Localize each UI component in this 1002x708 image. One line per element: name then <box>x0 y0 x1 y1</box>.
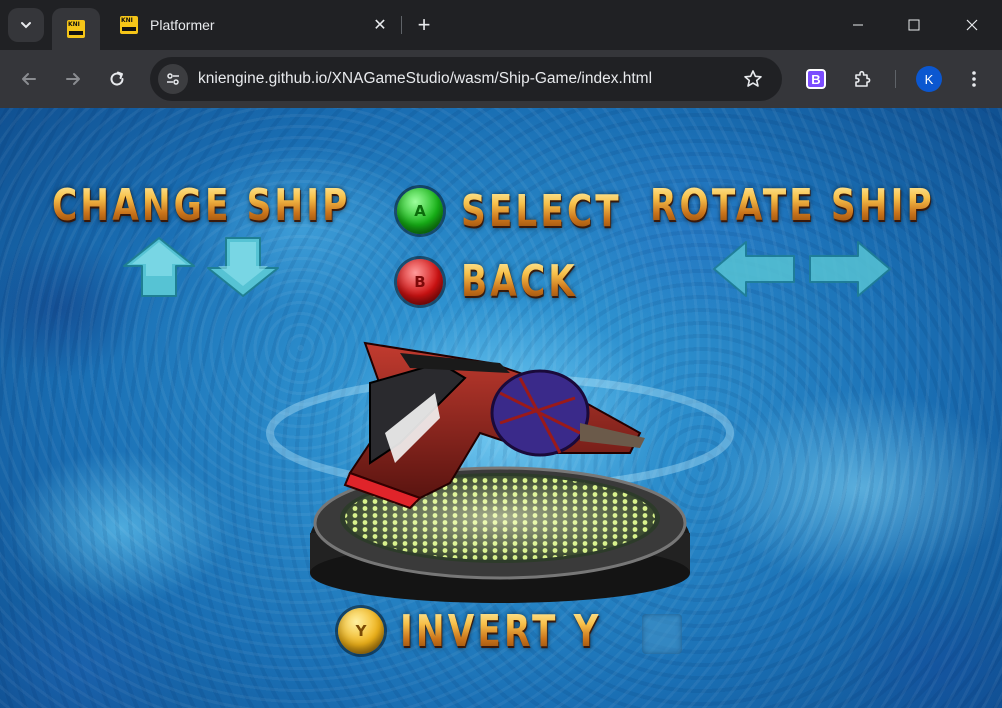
back-button[interactable] <box>12 62 46 96</box>
maximize-icon <box>908 19 920 31</box>
profile-avatar[interactable]: K <box>916 66 942 92</box>
toolbar-separator <box>895 70 896 88</box>
kni-logo-icon <box>120 16 138 34</box>
arrow-right-icon <box>66 73 80 85</box>
tab-title: Platformer <box>150 17 215 33</box>
minimize-icon <box>853 24 863 26</box>
more-vert-icon <box>972 71 976 87</box>
kni-logo-icon <box>67 20 85 38</box>
url-text: kniengine.github.io/XNAGameStudio/wasm/S… <box>198 70 653 87</box>
forward-button[interactable] <box>56 62 90 96</box>
arrow-right-icon <box>808 240 892 298</box>
chevron-down-icon <box>21 22 31 29</box>
menu-button[interactable] <box>960 65 988 93</box>
tab-strip: Platformer ✕ + <box>0 0 1002 50</box>
change-ship-label: CHANGE SHIP <box>52 180 351 231</box>
select-label: SELECT <box>461 186 622 237</box>
star-icon <box>744 70 762 87</box>
y-button-icon: Y <box>338 608 384 654</box>
browser-toolbar: kniengine.github.io/XNAGameStudio/wasm/S… <box>0 50 1002 108</box>
reload-icon <box>110 71 124 86</box>
tune-icon <box>167 73 179 85</box>
reload-button[interactable] <box>100 62 134 96</box>
address-bar[interactable]: kniengine.github.io/XNAGameStudio/wasm/S… <box>150 57 782 101</box>
arrow-down-icon <box>206 236 280 298</box>
ship-preview <box>266 341 734 603</box>
extensions-button[interactable] <box>848 65 876 93</box>
extension-b-button[interactable]: B <box>806 69 826 89</box>
close-window-button[interactable] <box>944 0 1000 50</box>
b-button-icon: B <box>397 259 443 305</box>
back-label: BACK <box>461 256 578 307</box>
arrow-up-icon <box>122 236 196 298</box>
tab-pinned-kni[interactable] <box>52 8 100 50</box>
maximize-button[interactable] <box>886 0 942 50</box>
tab-separator <box>401 16 402 34</box>
invert-y-checkbox[interactable] <box>642 614 682 654</box>
tab-search-button[interactable] <box>8 8 44 42</box>
puzzle-icon <box>855 70 871 87</box>
new-tab-button[interactable]: + <box>410 11 438 39</box>
minimize-button[interactable] <box>830 0 886 50</box>
site-info-button[interactable] <box>158 64 188 94</box>
tab-platformer[interactable]: Platformer ✕ <box>106 8 396 42</box>
a-button-icon: A <box>397 188 443 234</box>
close-icon <box>966 19 978 31</box>
bookmark-button[interactable] <box>738 64 768 94</box>
game-canvas[interactable]: CHANGE SHIP A SELECT B BACK ROTATE SHIP <box>0 108 1002 708</box>
rotate-ship-label: ROTATE SHIP <box>650 180 935 231</box>
arrow-left-icon <box>22 73 36 85</box>
arrow-left-icon <box>712 240 796 298</box>
tab-close-button[interactable]: ✕ <box>368 13 392 37</box>
invert-y-label: INVERT Y <box>400 606 602 657</box>
